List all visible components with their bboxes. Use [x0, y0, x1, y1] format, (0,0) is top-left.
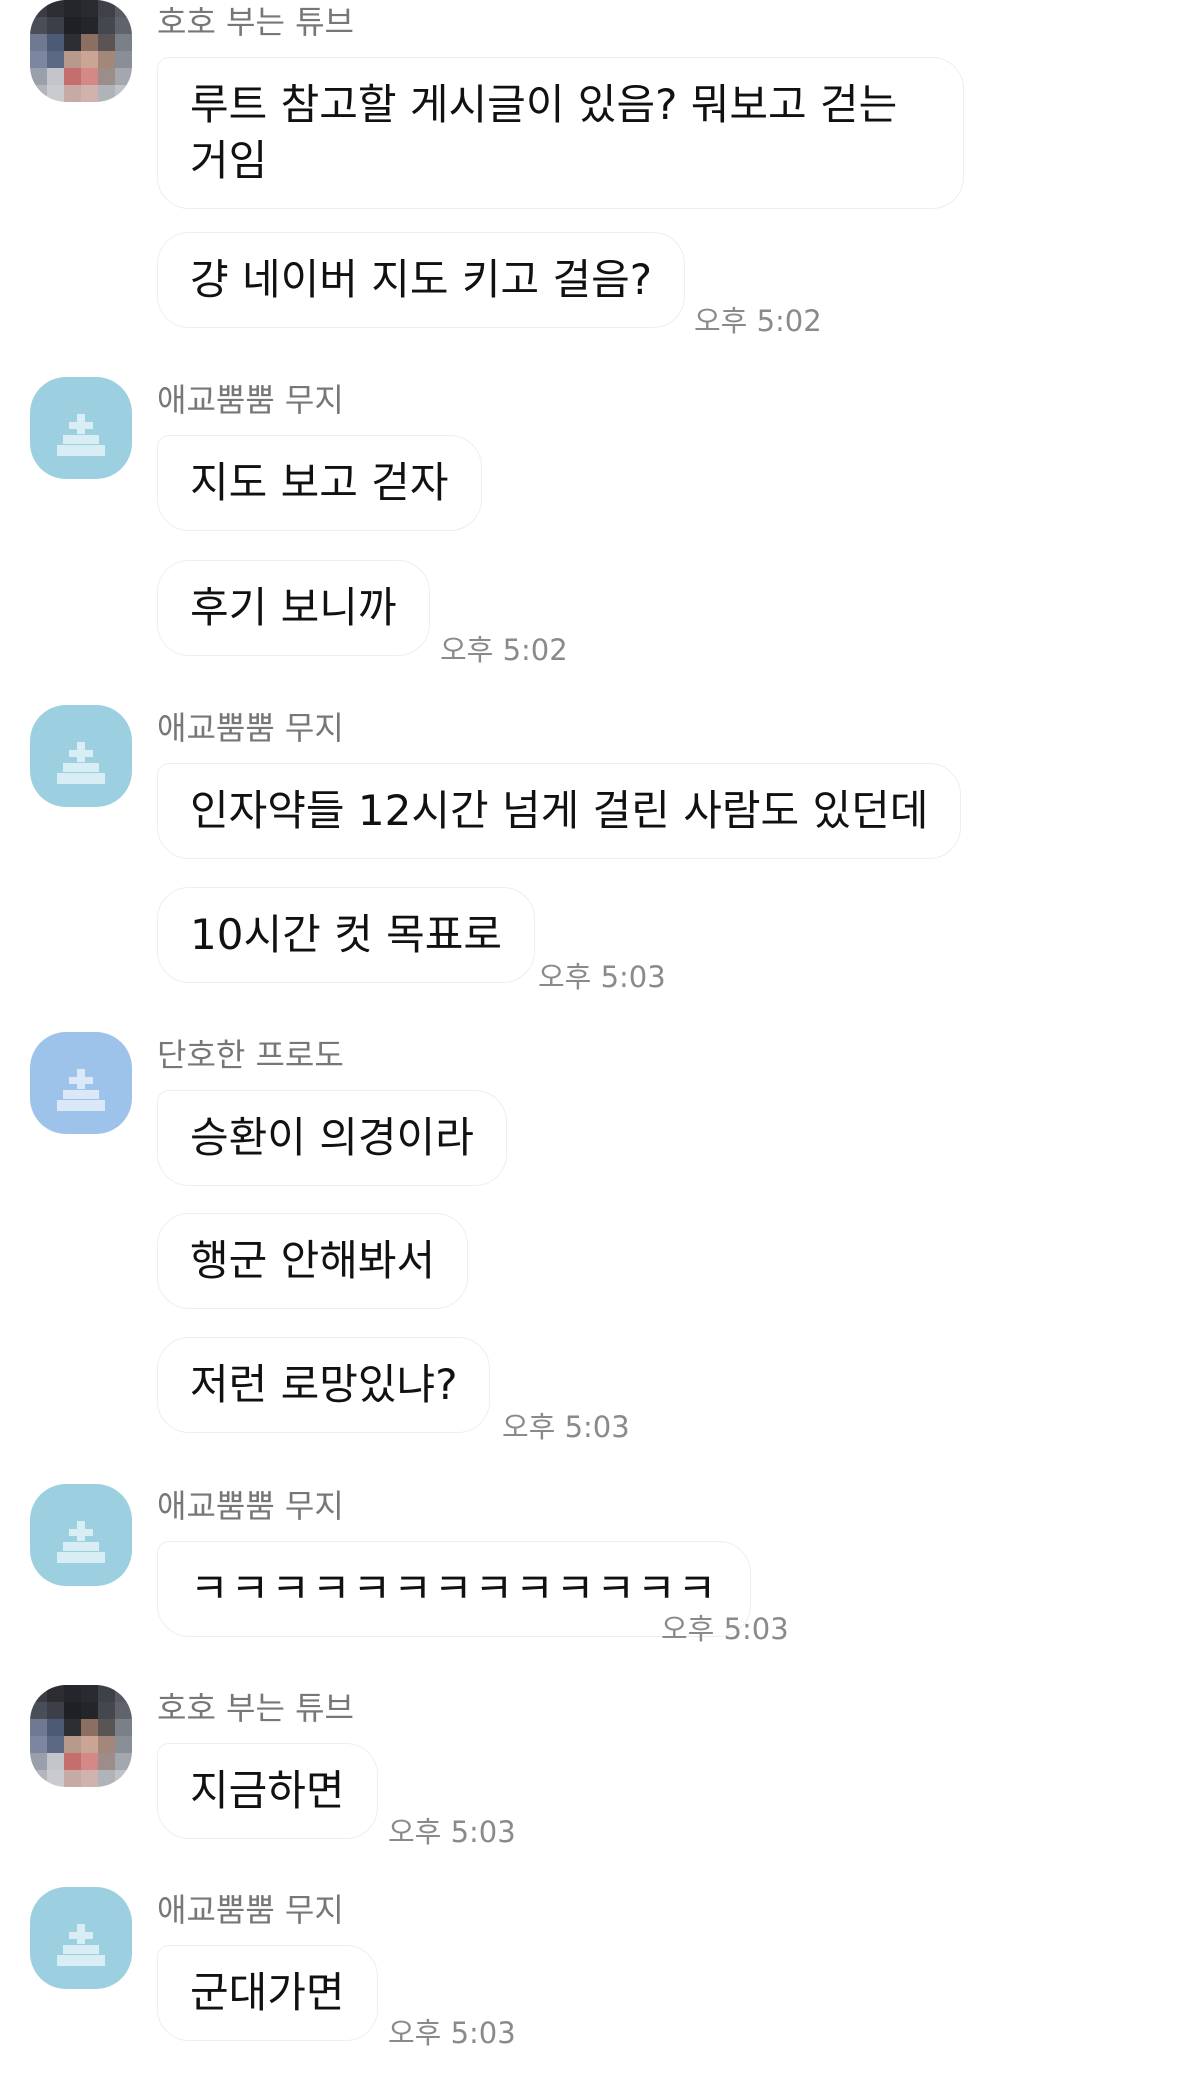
message-timestamp: 오후 5:02 [440, 633, 568, 667]
sender-name: 호호 부는 튜브 [157, 3, 354, 41]
default-profile-icon [30, 705, 132, 807]
default-profile-icon [30, 1484, 132, 1586]
sender-name: 애교뿜뿜 무지 [157, 381, 344, 419]
default-profile-icon [30, 1032, 132, 1134]
sender-avatar[interactable] [30, 1685, 132, 1787]
default-profile-icon [30, 377, 132, 479]
sender-avatar[interactable] [30, 705, 132, 807]
message-bubble[interactable]: 행군 안해봐서 [157, 1213, 469, 1309]
message-bubble[interactable]: 승환이 의경이라 [157, 1090, 507, 1186]
message-bubble[interactable]: 걍 네이버 지도 키고 걸음? [157, 232, 686, 328]
message-bubble[interactable]: 인자약들 12시간 넘게 걸린 사람도 있던데 [157, 763, 962, 859]
message-bubble[interactable]: 지금하면 [157, 1743, 378, 1839]
sender-avatar[interactable] [30, 1484, 132, 1586]
default-profile-icon [30, 1887, 132, 1989]
message-bubble[interactable]: 10시간 컷 목표로 [157, 887, 535, 983]
message-timestamp: 오후 5:03 [502, 1410, 630, 1444]
photo-avatar-icon [30, 1685, 132, 1787]
message-bubble[interactable]: 군대가면 [157, 1945, 378, 2041]
sender-name: 애교뿜뿜 무지 [157, 709, 344, 747]
sender-avatar[interactable] [30, 0, 132, 102]
message-timestamp: 오후 5:02 [694, 304, 822, 338]
sender-avatar[interactable] [30, 1032, 132, 1134]
message-timestamp: 오후 5:03 [388, 2016, 516, 2050]
sender-avatar[interactable] [30, 1887, 132, 1989]
message-bubble[interactable]: 지도 보고 걷자 [157, 435, 482, 531]
sender-name: 애교뿜뿜 무지 [157, 1891, 344, 1929]
message-timestamp: 오후 5:03 [388, 1815, 516, 1849]
message-timestamp: 오후 5:03 [661, 1612, 789, 1646]
message-bubble[interactable]: 후기 보니까 [157, 560, 430, 656]
photo-avatar-icon [30, 0, 132, 102]
sender-name: 호호 부는 튜브 [157, 1689, 354, 1727]
sender-avatar[interactable] [30, 377, 132, 479]
sender-name: 애교뿜뿜 무지 [157, 1487, 344, 1525]
message-bubble[interactable]: 루트 참고할 게시글이 있음? 뭐보고 걷는거임 [157, 57, 964, 209]
message-bubble[interactable]: 저런 로망있냐? [157, 1337, 491, 1433]
sender-name: 단호한 프로도 [157, 1036, 344, 1074]
message-timestamp: 오후 5:03 [538, 960, 666, 994]
